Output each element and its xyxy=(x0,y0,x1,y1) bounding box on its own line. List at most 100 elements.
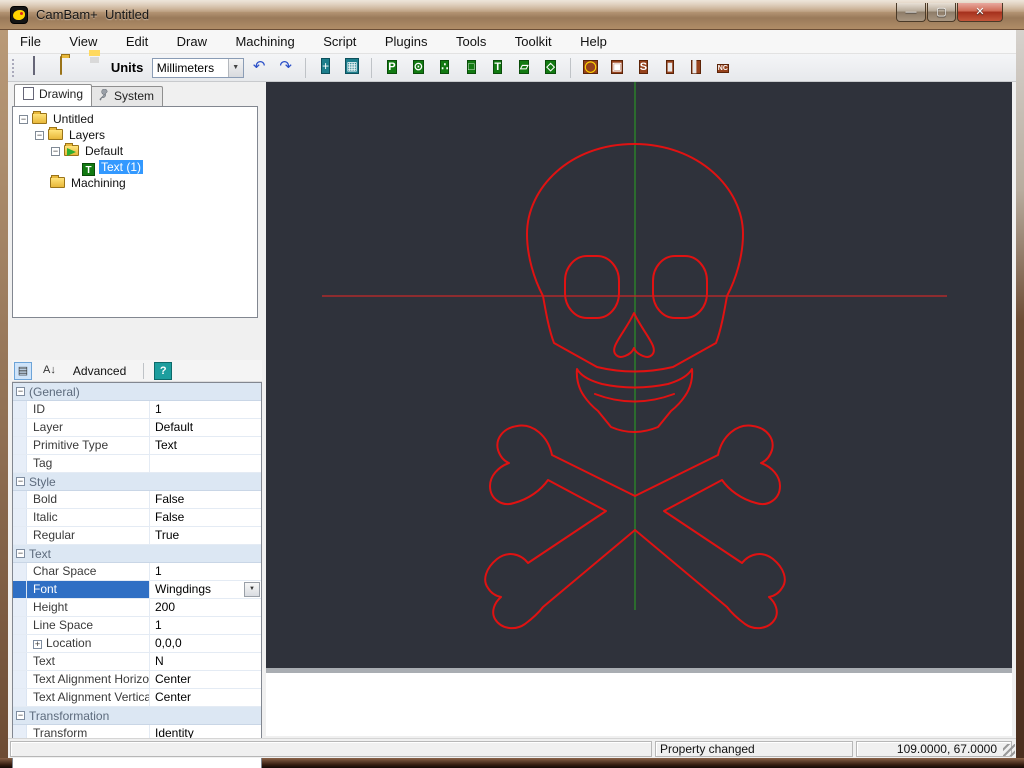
folder-icon xyxy=(50,177,65,188)
units-combobox[interactable]: Millimeters▼ xyxy=(152,58,244,78)
tab-drawing[interactable]: Drawing xyxy=(14,84,92,106)
tree-item-default-layer[interactable]: −Default xyxy=(13,143,257,159)
categorized-view-icon[interactable]: ▤ xyxy=(14,362,32,380)
statusbar: Property changed 109.0000, 67.0000 xyxy=(8,738,1016,758)
statusbar-coordinates: 109.0000, 67.0000 xyxy=(856,741,1012,757)
group-header-general[interactable]: −(General) xyxy=(13,383,261,401)
left-panel: −Untitled −Layers −Default TText (1) Mac… xyxy=(8,84,262,768)
property-row-char-space[interactable]: Char Space1 xyxy=(13,563,261,581)
group-header-text[interactable]: −Text xyxy=(13,545,261,563)
cambam-logo-icon xyxy=(10,6,28,24)
property-row-line-space[interactable]: Line Space1 xyxy=(13,617,261,635)
property-row-location[interactable]: +Location0,0,0 xyxy=(13,635,261,653)
drawing-tree: −Untitled −Layers −Default TText (1) Mac… xyxy=(12,106,258,318)
draw-surface-icon[interactable]: ▱ xyxy=(514,57,534,77)
skull-nose xyxy=(614,313,654,357)
property-row-align-horizontal[interactable]: Text Alignment HorizorCenter xyxy=(13,671,261,689)
drawing-canvas-svg[interactable] xyxy=(266,82,1012,668)
titlebar[interactable]: CamBam+ Untitled — ▢ ✕ xyxy=(0,0,1024,30)
skull-left-eye xyxy=(565,256,619,318)
close-button[interactable]: ✕ xyxy=(957,3,1003,22)
chevron-down-icon[interactable]: ▼ xyxy=(228,59,243,77)
open-file-icon[interactable] xyxy=(51,57,71,77)
draw-rectangle-icon[interactable]: □ xyxy=(461,57,481,77)
drawing-canvas[interactable] xyxy=(262,82,1012,668)
engrave-icon[interactable]: S xyxy=(633,57,653,77)
property-row-italic[interactable]: ItalicFalse xyxy=(13,509,261,527)
property-row-bold[interactable]: BoldFalse xyxy=(13,491,261,509)
profile3d-icon[interactable]: ▌ xyxy=(686,57,706,77)
property-row-id[interactable]: ID1 xyxy=(13,401,261,419)
draw-circle-icon[interactable]: ⊙ xyxy=(408,57,428,77)
advanced-button[interactable]: Advanced xyxy=(65,360,134,382)
collapse-icon[interactable]: − xyxy=(35,131,44,140)
gcode-icon[interactable]: NC xyxy=(713,57,733,77)
tree-item-text-object[interactable]: TText (1) xyxy=(13,159,257,175)
property-row-primitive-type[interactable]: Primitive TypeText xyxy=(13,437,261,455)
layer-icon xyxy=(64,145,79,156)
collapse-icon[interactable]: − xyxy=(51,147,60,156)
property-row-tag[interactable]: Tag xyxy=(13,455,261,473)
pocket-icon[interactable]: ▣ xyxy=(607,57,627,77)
tree-item-layers[interactable]: −Layers xyxy=(13,127,257,143)
menu-item-machining[interactable]: Machining xyxy=(223,30,306,54)
property-row-font[interactable]: FontWingdings▼ xyxy=(13,581,261,599)
crossbones-right xyxy=(635,426,785,629)
properties-toolbar: ▤ A↓ Advanced ? xyxy=(12,360,262,382)
statusbar-section-left xyxy=(10,741,652,757)
collapse-icon[interactable]: − xyxy=(16,477,25,486)
draw-points-icon[interactable]: ∴ xyxy=(435,57,455,77)
output-panel xyxy=(266,673,1012,736)
new-file-icon[interactable] xyxy=(24,57,44,77)
menu-item-toolkit[interactable]: Toolkit xyxy=(503,30,564,54)
window-title: CamBam+ Untitled xyxy=(36,7,149,22)
group-header-style[interactable]: −Style xyxy=(13,473,261,491)
draw-text-icon[interactable]: T xyxy=(488,57,508,77)
menu-item-help[interactable]: Help xyxy=(568,30,619,54)
property-row-text[interactable]: TextN xyxy=(13,653,261,671)
undo-icon[interactable]: ↶ xyxy=(249,57,269,77)
toolbar: Units Millimeters▼ ↶ ↷ + ▦ P ⊙ ∴ □ T ▱ ◇… xyxy=(8,54,1016,82)
draw-polyline-icon[interactable]: P xyxy=(382,57,402,77)
profile-icon[interactable]: ◯ xyxy=(581,57,601,77)
alphabetical-sort-icon[interactable]: A↓ xyxy=(40,362,58,380)
help-icon[interactable]: ? xyxy=(154,362,172,380)
collapse-icon[interactable]: − xyxy=(16,549,25,558)
property-row-height[interactable]: Height200 xyxy=(13,599,261,617)
font-dropdown-button[interactable]: ▼ xyxy=(244,582,260,597)
desktop: CamBam+ Untitled — ▢ ✕ File View Edit Dr… xyxy=(0,0,1024,768)
show-axes-icon[interactable]: + xyxy=(316,57,336,77)
save-file-icon[interactable] xyxy=(77,57,97,77)
group-header-transformation[interactable]: −Transformation xyxy=(13,707,261,725)
toolbar-grip[interactable] xyxy=(12,59,17,77)
menu-item-edit[interactable]: Edit xyxy=(114,30,160,54)
menu-item-tools[interactable]: Tools xyxy=(444,30,498,54)
titlebar-gloss xyxy=(0,0,1024,12)
collapse-icon[interactable]: − xyxy=(16,387,25,396)
units-label: Units xyxy=(111,54,144,82)
maximize-button[interactable]: ▢ xyxy=(927,3,956,22)
redo-icon[interactable]: ↷ xyxy=(276,57,296,77)
menu-item-plugins[interactable]: Plugins xyxy=(373,30,440,54)
menu-item-view[interactable]: View xyxy=(57,30,109,54)
minimize-button[interactable]: — xyxy=(896,3,926,22)
expand-icon[interactable]: + xyxy=(33,640,42,649)
show-grid-icon[interactable]: ▦ xyxy=(342,57,362,77)
skull-right-eye xyxy=(653,256,707,318)
menubar: File View Edit Draw Machining Script Plu… xyxy=(8,30,1016,54)
window-border-left xyxy=(0,30,8,758)
page-icon xyxy=(23,87,34,100)
collapse-icon[interactable]: − xyxy=(19,115,28,124)
menu-item-script[interactable]: Script xyxy=(311,30,368,54)
tree-item-untitled[interactable]: −Untitled xyxy=(13,111,257,127)
collapse-icon[interactable]: − xyxy=(16,711,25,720)
menu-item-draw[interactable]: Draw xyxy=(165,30,219,54)
tree-item-machining[interactable]: Machining xyxy=(13,175,257,191)
drill-icon[interactable]: ▮ xyxy=(660,57,680,77)
draw-region-icon[interactable]: ◇ xyxy=(541,57,561,77)
property-row-align-vertical[interactable]: Text Alignment VerticaCenter xyxy=(13,689,261,707)
property-row-layer[interactable]: LayerDefault xyxy=(13,419,261,437)
resize-grip[interactable] xyxy=(1003,744,1015,756)
property-row-regular[interactable]: RegularTrue xyxy=(13,527,261,545)
menu-item-file[interactable]: File xyxy=(8,30,53,54)
